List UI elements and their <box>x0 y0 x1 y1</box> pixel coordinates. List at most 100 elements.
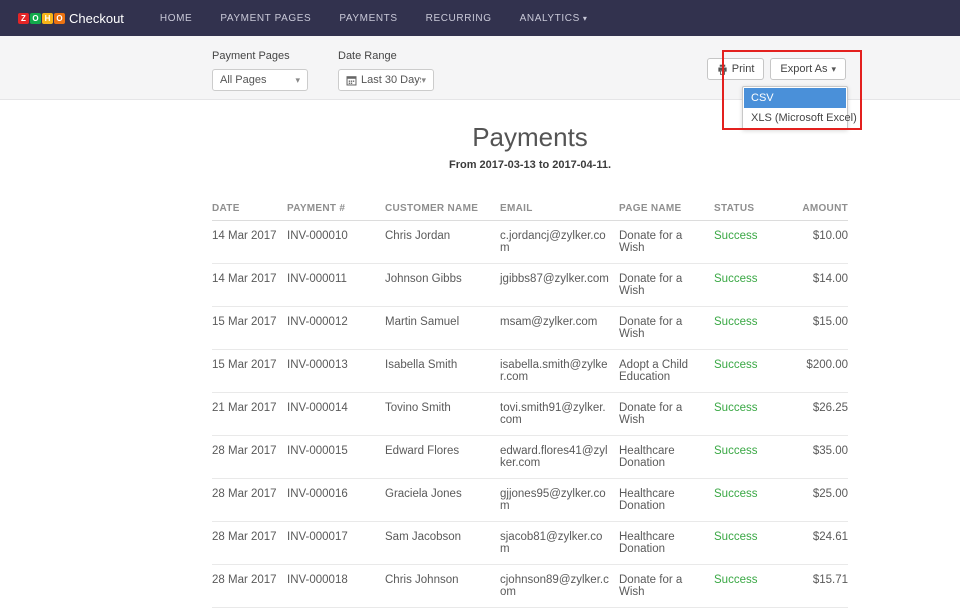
cell-customer: Tovino Smith <box>385 393 500 436</box>
cell-payment: INV-000016 <box>287 479 385 522</box>
cell-customer: Isabella Smith <box>385 350 500 393</box>
print-icon <box>717 64 728 75</box>
cell-page: Adopt a Child Education <box>619 350 714 393</box>
cell-status: Success <box>714 522 776 565</box>
cell-status: Success <box>714 264 776 307</box>
cell-date: 28 Mar 2017 <box>212 436 287 479</box>
table-row: 28 Mar 2017INV-000016Graciela Jonesgjjon… <box>212 479 848 522</box>
table-row: 14 Mar 2017INV-000010Chris Jordanc.jorda… <box>212 221 848 264</box>
cell-status: Success <box>714 307 776 350</box>
export-as-button-label: Export As <box>780 63 827 75</box>
main-content: Payments From 2017-03-13 to 2017-04-11. … <box>212 100 848 608</box>
nav-item-home[interactable]: HOME <box>160 13 192 24</box>
cell-customer: Sam Jacobson <box>385 522 500 565</box>
zoho-logo-letter: O <box>30 13 41 24</box>
payments-table: DATEPAYMENT #CUSTOMER NAMEEMAILPAGE NAME… <box>212 197 848 608</box>
cell-amount: $10.00 <box>776 221 848 264</box>
cell-amount: $14.00 <box>776 264 848 307</box>
table-row: 15 Mar 2017INV-000013Isabella Smithisabe… <box>212 350 848 393</box>
cell-page: Donate for a Wish <box>619 565 714 608</box>
column-header-date: DATE <box>212 197 287 221</box>
payment-pages-filter: Payment Pages All Pages ▾ <box>212 50 308 99</box>
nav-item-payment-pages[interactable]: PAYMENT PAGES <box>220 13 311 24</box>
cell-page: Healthcare Donation <box>619 479 714 522</box>
nav-item-analytics[interactable]: ANALYTICS▾ <box>520 13 588 24</box>
cell-email: edward.flores41@zylker.com <box>500 436 619 479</box>
column-header-status: STATUS <box>714 197 776 221</box>
payment-pages-label: Payment Pages <box>212 50 308 62</box>
nav-item-recurring[interactable]: RECURRING <box>426 13 492 24</box>
cell-payment: INV-000012 <box>287 307 385 350</box>
cell-email: sjacob81@zylker.com <box>500 522 619 565</box>
table-row: 15 Mar 2017INV-000012Martin Samuelmsam@z… <box>212 307 848 350</box>
cell-status: Success <box>714 565 776 608</box>
table-row: 14 Mar 2017INV-000011Johnson Gibbsjgibbs… <box>212 264 848 307</box>
date-range-subtitle: From 2017-03-13 to 2017-04-11. <box>212 159 848 171</box>
table-row: 28 Mar 2017INV-000015Edward Floresedward… <box>212 436 848 479</box>
cell-customer: Martin Samuel <box>385 307 500 350</box>
export-menu: CSVXLS (Microsoft Excel) <box>742 86 848 130</box>
cell-payment: INV-000014 <box>287 393 385 436</box>
cell-date: 14 Mar 2017 <box>212 264 287 307</box>
cell-date: 28 Mar 2017 <box>212 565 287 608</box>
toolbar: Print Export As ▾ <box>707 58 846 80</box>
date-range-filter: Date Range Last 30 Days ▾ <box>338 50 434 99</box>
cell-email: gjjones95@zylker.com <box>500 479 619 522</box>
table-header-row: DATEPAYMENT #CUSTOMER NAMEEMAILPAGE NAME… <box>212 197 848 221</box>
date-range-select[interactable]: Last 30 Days ▾ <box>338 69 434 91</box>
cell-email: isabella.smith@zylker.com <box>500 350 619 393</box>
zoho-logo-letter: O <box>54 13 65 24</box>
cell-amount: $26.25 <box>776 393 848 436</box>
table-row: 21 Mar 2017INV-000014Tovino Smithtovi.sm… <box>212 393 848 436</box>
cell-date: 14 Mar 2017 <box>212 221 287 264</box>
payment-pages-select[interactable]: All Pages ▾ <box>212 69 308 91</box>
chevron-down-icon: ▾ <box>295 75 300 86</box>
cell-amount: $15.71 <box>776 565 848 608</box>
cell-status: Success <box>714 350 776 393</box>
column-header-page: PAGE NAME <box>619 197 714 221</box>
top-navbar: ZOHO Checkout HOME PAYMENT PAGES PAYMENTS R… <box>0 0 960 36</box>
calendar-icon <box>346 75 357 86</box>
cell-payment: INV-000010 <box>287 221 385 264</box>
cell-date: 15 Mar 2017 <box>212 350 287 393</box>
cell-page: Donate for a Wish <box>619 393 714 436</box>
cell-date: 28 Mar 2017 <box>212 522 287 565</box>
column-header-amount: AMOUNT <box>776 197 848 221</box>
cell-status: Success <box>714 393 776 436</box>
zoho-logo: ZOHO <box>18 13 65 24</box>
cell-email: msam@zylker.com <box>500 307 619 350</box>
zoho-logo-letter: H <box>42 13 53 24</box>
cell-customer: Graciela Jones <box>385 479 500 522</box>
cell-page: Donate for a Wish <box>619 264 714 307</box>
cell-status: Success <box>714 436 776 479</box>
cell-page: Healthcare Donation <box>619 522 714 565</box>
column-header-payment: PAYMENT # <box>287 197 385 221</box>
brand-name: Checkout <box>69 11 124 26</box>
brand[interactable]: ZOHO Checkout <box>18 11 124 26</box>
cell-amount: $25.00 <box>776 479 848 522</box>
print-button[interactable]: Print <box>707 58 765 80</box>
cell-customer: Edward Flores <box>385 436 500 479</box>
column-header-customer: CUSTOMER NAME <box>385 197 500 221</box>
cell-page: Donate for a Wish <box>619 307 714 350</box>
nav-item-payments[interactable]: PAYMENTS <box>339 13 397 24</box>
cell-payment: INV-000017 <box>287 522 385 565</box>
cell-amount: $200.00 <box>776 350 848 393</box>
chevron-down-icon: ▾ <box>583 14 588 23</box>
cell-date: 28 Mar 2017 <box>212 479 287 522</box>
cell-payment: INV-000011 <box>287 264 385 307</box>
cell-email: jgibbs87@zylker.com <box>500 264 619 307</box>
export-as-button[interactable]: Export As ▾ <box>770 58 846 80</box>
cell-date: 15 Mar 2017 <box>212 307 287 350</box>
cell-payment: INV-000015 <box>287 436 385 479</box>
chevron-down-icon: ▾ <box>421 75 426 86</box>
cell-customer: Chris Jordan <box>385 221 500 264</box>
chevron-down-icon: ▾ <box>831 64 836 75</box>
export-option-csv[interactable]: CSV <box>744 88 846 108</box>
cell-email: tovi.smith91@zylker.com <box>500 393 619 436</box>
cell-customer: Johnson Gibbs <box>385 264 500 307</box>
cell-page: Healthcare Donation <box>619 436 714 479</box>
export-option-xls-microsoft-excel[interactable]: XLS (Microsoft Excel) <box>744 108 846 128</box>
cell-date: 21 Mar 2017 <box>212 393 287 436</box>
date-range-value: Last 30 Days <box>361 74 421 86</box>
